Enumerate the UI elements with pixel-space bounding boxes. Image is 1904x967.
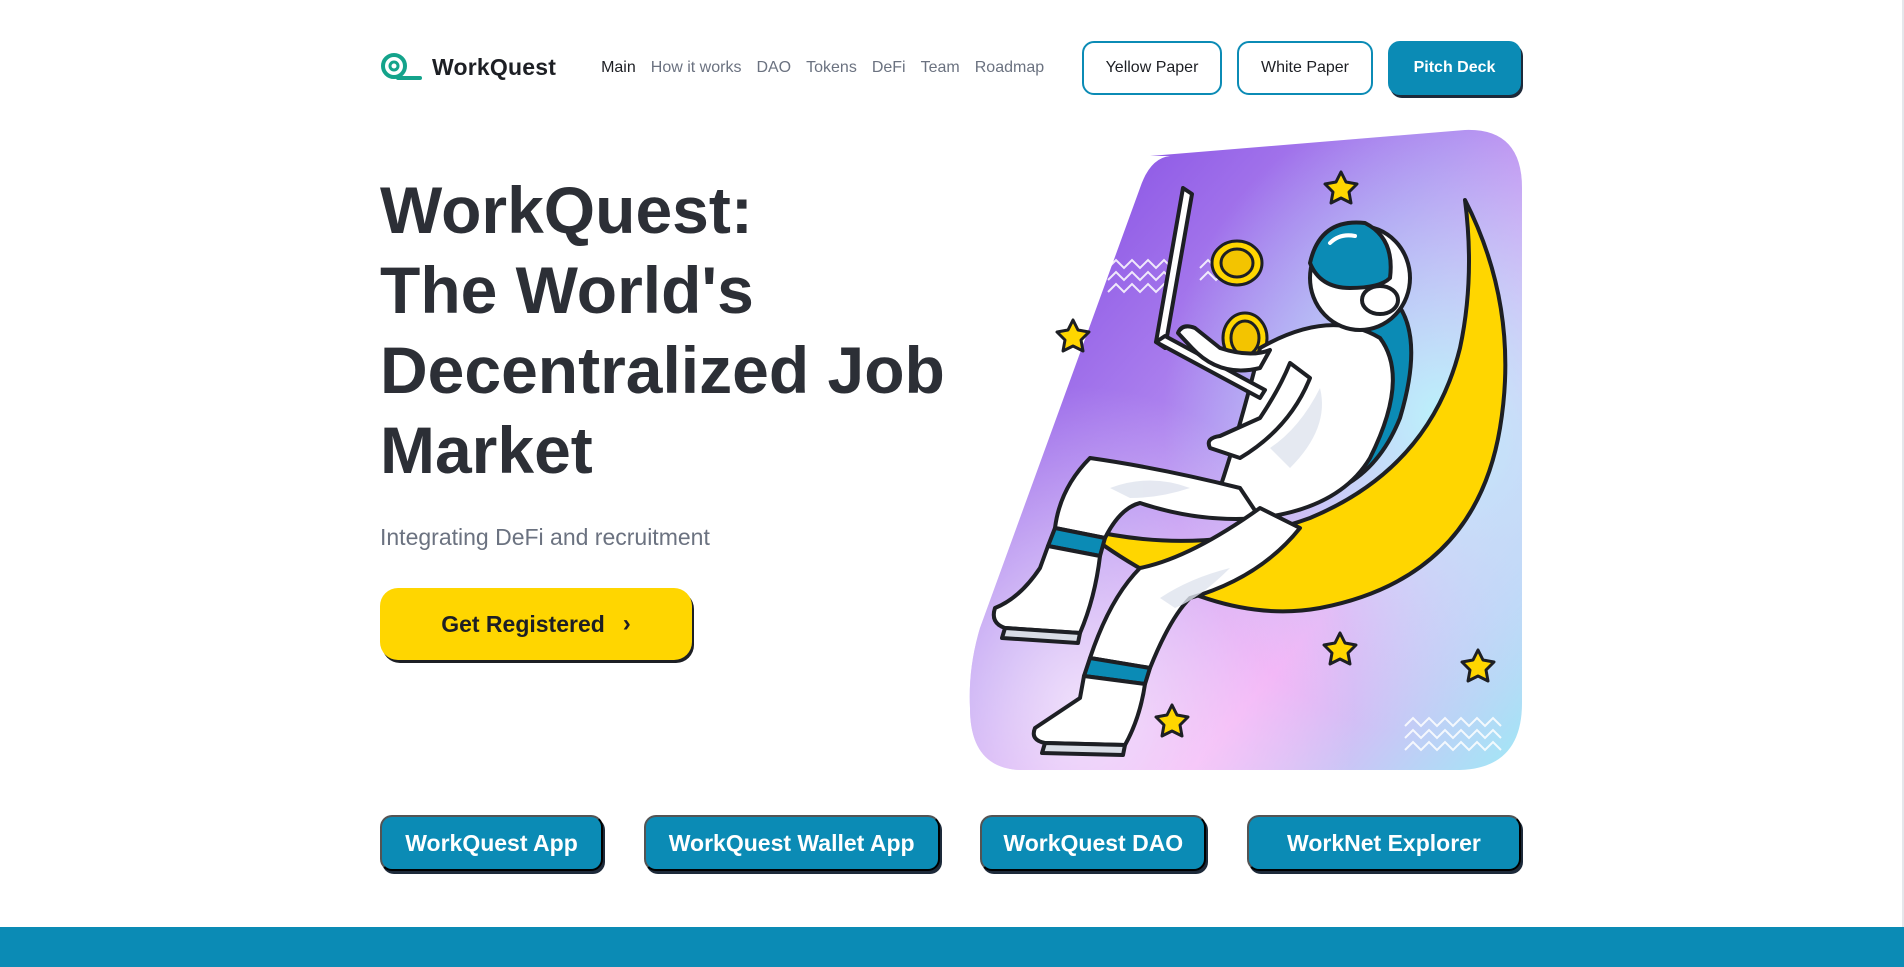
nav-item-tokens[interactable]: Tokens [806, 59, 857, 77]
chevron-right-icon: › [622, 610, 631, 637]
brand-logo[interactable]: WorkQuest [380, 52, 556, 84]
hero-subtitle: Integrating DeFi and recruitment [380, 524, 710, 550]
nav-item-how-it-works[interactable]: How it works [651, 59, 742, 77]
header-buttons: Yellow Paper White Paper Pitch Deck [1082, 40, 1521, 95]
astronaut-on-moon-illustration [960, 128, 1522, 770]
nav-item-team[interactable]: Team [921, 59, 960, 77]
nav-item-roadmap[interactable]: Roadmap [975, 59, 1044, 77]
workquest-wallet-app-button[interactable]: WorkQuest Wallet App [643, 815, 940, 871]
get-registered-label: Get Registered [441, 610, 605, 637]
hero-title-line: Market [380, 413, 593, 487]
main-nav: Main How it works DAO Tokens DeFi Team R… [601, 59, 1044, 77]
nav-item-defi[interactable]: DeFi [872, 59, 906, 77]
footer-band [0, 927, 1904, 967]
workquest-app-button[interactable]: WorkQuest App [380, 815, 603, 871]
brand-name: WorkQuest [432, 54, 557, 80]
nav-item-dao[interactable]: DAO [756, 59, 791, 77]
app-links: WorkQuest App WorkQuest Wallet App WorkQ… [380, 815, 1521, 871]
hero-title-line: The World's [380, 253, 754, 327]
site-header: WorkQuest Main How it works DAO Tokens D… [380, 40, 1521, 95]
pitch-deck-button[interactable]: Pitch Deck [1388, 40, 1521, 95]
get-registered-button[interactable]: Get Registered › [380, 588, 692, 660]
nav-item-main[interactable]: Main [601, 59, 636, 77]
workquest-logo-icon [381, 52, 422, 80]
worknet-explorer-button[interactable]: WorkNet Explorer [1246, 815, 1521, 871]
hero-title: WorkQuest: The World's Decentralized Job… [380, 170, 980, 490]
workquest-dao-button[interactable]: WorkQuest DAO [980, 815, 1207, 871]
white-paper-button[interactable]: White Paper [1237, 40, 1373, 95]
hero-title-line: WorkQuest: [380, 173, 753, 247]
hero-title-line: Decentralized Job [380, 333, 945, 407]
yellow-paper-button[interactable]: Yellow Paper [1082, 40, 1222, 95]
